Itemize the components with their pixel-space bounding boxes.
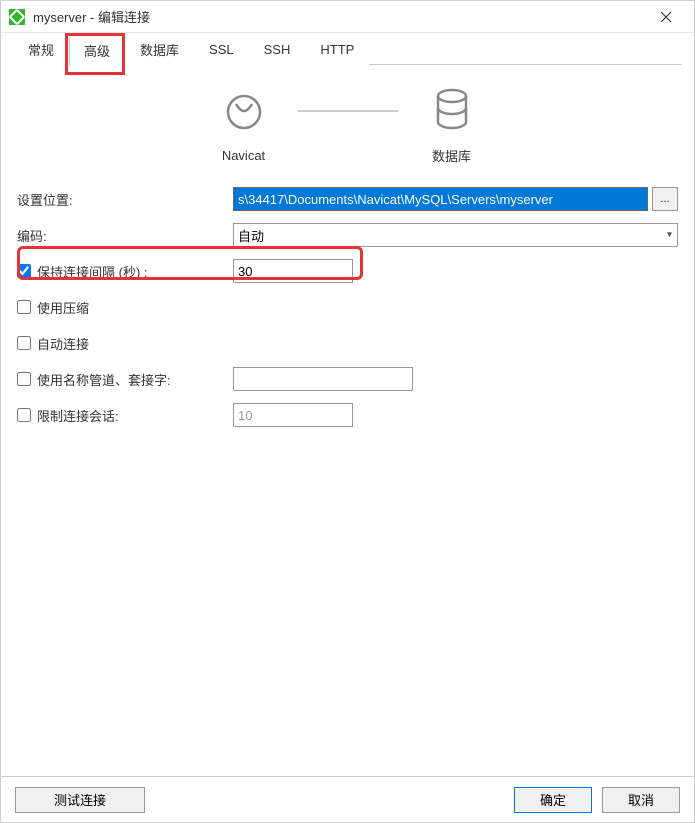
- compression-checkbox[interactable]: [17, 300, 31, 314]
- dialog-window: myserver - 编辑连接 常规 高级 数据库 SSL SSH HTTP N…: [0, 0, 695, 823]
- close-icon: [660, 11, 672, 23]
- navicat-illustration: Navicat: [220, 88, 268, 163]
- browse-button[interactable]: ...: [652, 187, 678, 211]
- database-illustration: 数据库: [428, 86, 476, 165]
- row-named-pipe: 使用名称管道、套接字:: [17, 365, 678, 393]
- autoconnect-label: 自动连接: [37, 334, 89, 353]
- tab-ssh[interactable]: SSH: [249, 33, 306, 65]
- row-encoding: 编码: ▾: [17, 221, 678, 249]
- navicat-icon: [220, 88, 268, 136]
- row-location: 设置位置: ...: [17, 185, 678, 213]
- limit-sessions-input[interactable]: [233, 403, 353, 427]
- row-autoconnect: 自动连接: [17, 329, 678, 357]
- connection-illustration: Navicat 数据库: [17, 86, 678, 165]
- location-input[interactable]: [233, 187, 648, 211]
- tab-advanced[interactable]: 高级: [69, 34, 125, 66]
- row-limit-sessions: 限制连接会话:: [17, 401, 678, 429]
- window-title: myserver - 编辑连接: [33, 7, 646, 26]
- test-connection-button[interactable]: 测试连接: [15, 787, 145, 813]
- ok-button[interactable]: 确定: [514, 787, 592, 813]
- tab-general[interactable]: 常规: [13, 33, 69, 65]
- close-button[interactable]: [646, 3, 686, 31]
- named-pipe-label: 使用名称管道、套接字:: [37, 370, 171, 389]
- limit-sessions-checkbox[interactable]: [17, 408, 31, 422]
- row-compression: 使用压缩: [17, 293, 678, 321]
- tab-http[interactable]: HTTP: [305, 33, 369, 65]
- cancel-button[interactable]: 取消: [602, 787, 680, 813]
- row-keepalive: 保持连接间隔 (秒) :: [17, 257, 678, 285]
- compression-label: 使用压缩: [37, 298, 89, 317]
- tab-database[interactable]: 数据库: [125, 33, 194, 65]
- database-label: 数据库: [432, 146, 471, 165]
- named-pipe-checkbox[interactable]: [17, 372, 31, 386]
- database-icon: [428, 86, 476, 134]
- tab-ssl[interactable]: SSL: [194, 33, 249, 65]
- named-pipe-input[interactable]: [233, 367, 413, 391]
- autoconnect-checkbox[interactable]: [17, 336, 31, 350]
- app-icon: [9, 9, 25, 25]
- keepalive-label: 保持连接间隔 (秒) :: [37, 262, 148, 281]
- encoding-label: 编码:: [17, 226, 233, 245]
- dialog-footer: 测试连接 确定 取消: [1, 776, 694, 822]
- connection-line: [298, 110, 398, 112]
- content-area: Navicat 数据库 设置位置: ... 编码: ▾: [1, 66, 694, 776]
- keepalive-checkbox[interactable]: [17, 264, 31, 278]
- limit-sessions-label: 限制连接会话:: [37, 406, 119, 425]
- encoding-select[interactable]: [233, 223, 678, 247]
- navicat-label: Navicat: [222, 148, 265, 163]
- keepalive-input[interactable]: [233, 259, 353, 283]
- titlebar: myserver - 编辑连接: [1, 1, 694, 33]
- location-label: 设置位置:: [17, 190, 233, 209]
- tab-bar: 常规 高级 数据库 SSL SSH HTTP: [1, 33, 694, 65]
